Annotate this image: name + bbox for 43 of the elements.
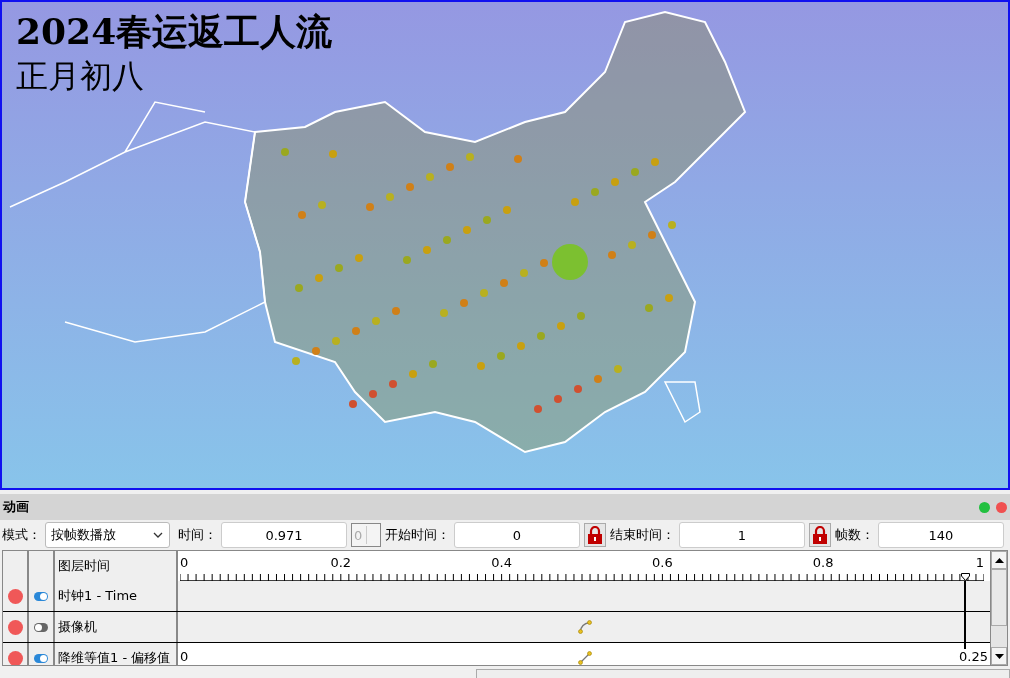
layer-name[interactable]: 摄像机 [55, 612, 178, 642]
layer-name[interactable]: 时钟1 - Time [55, 581, 178, 611]
record-dot-icon[interactable] [7, 650, 23, 665]
lock-button[interactable] [809, 523, 831, 547]
time-field[interactable]: 0.971 [221, 522, 347, 548]
tick-label: 1 [975, 555, 984, 570]
toggle-switch[interactable] [34, 653, 48, 663]
scroll-down-icon[interactable] [994, 653, 1004, 659]
toggle-switch[interactable] [34, 622, 48, 632]
vertical-scrollbar[interactable] [990, 551, 1007, 665]
end-time-label: 结束时间： [610, 526, 675, 544]
mode-dropdown[interactable]: 按帧数播放 [45, 522, 170, 548]
layer-name[interactable]: 降维等值1 - 偏移值 [55, 643, 178, 665]
lock-button[interactable] [584, 523, 606, 547]
track-background[interactable]: 0 0.25 [178, 643, 990, 665]
tick-label: 0.4 [491, 555, 512, 570]
time-label: 时间： [178, 526, 217, 544]
tick-label: 0.8 [812, 555, 834, 570]
scroll-thumb[interactable] [991, 569, 1007, 626]
record-dot-icon[interactable] [7, 588, 23, 604]
panel-title: 动画 [3, 498, 29, 516]
frames-field[interactable]: 140 [878, 522, 1004, 548]
horizontal-scrollbar[interactable] [476, 669, 1010, 678]
track-value: 0.25 [959, 649, 988, 665]
tick-label: 0 [180, 555, 189, 570]
close-dot-icon[interactable] [996, 501, 1007, 513]
viewport-subtitle: 正月初八 [16, 56, 145, 97]
start-time-label: 开始时间： [385, 526, 450, 544]
start-time-field[interactable]: 0 [454, 522, 580, 548]
status-dot-icon[interactable] [979, 501, 990, 513]
mode-label: 模式： [2, 526, 41, 544]
toggle-switch[interactable] [34, 591, 48, 601]
frames-label: 帧数： [835, 526, 874, 544]
chevron-down-icon [153, 532, 163, 538]
curve-keyframe-icon[interactable] [578, 620, 592, 634]
viewport-title: 2024春运返工人流 [16, 9, 334, 54]
scroll-up-icon[interactable] [994, 557, 1004, 563]
end-time-field[interactable]: 1 [679, 522, 805, 548]
tick-label: 0.2 [330, 555, 352, 570]
track-value: 0 [180, 649, 189, 665]
record-dot-icon[interactable] [7, 619, 23, 635]
line-keyframe-icon[interactable] [578, 651, 592, 665]
tick-label: 0.6 [652, 555, 673, 570]
